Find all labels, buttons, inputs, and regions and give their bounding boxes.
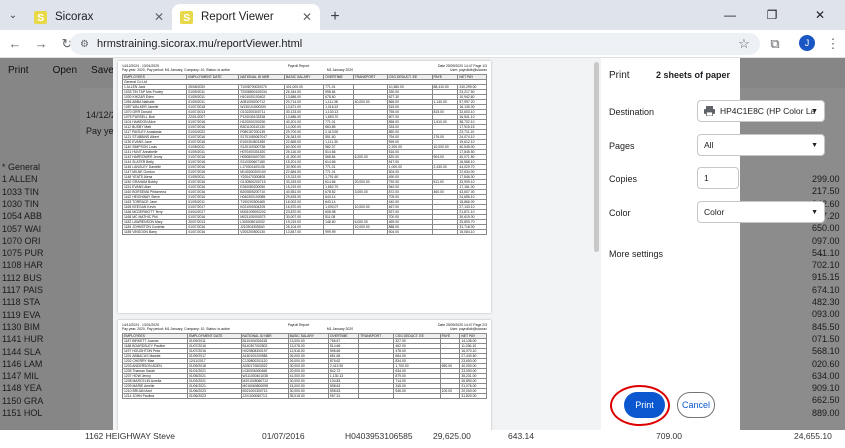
table-cell: 999.99 (323, 229, 354, 235)
preview-table-1: EMPLOYEES EMPLOYMENT DATE NATIONAL ID NBR B… (121, 74, 487, 235)
tab-strip: ⌄ S Sicorax ✕ S Report Viewer ✕ + — ❐ ✕ (0, 0, 845, 30)
close-window-icon[interactable]: ✕ (800, 0, 840, 30)
dropdown-arrow-icon: ▼ (811, 141, 818, 149)
cancel-button[interactable]: Cancel (677, 392, 715, 418)
tab-title: Sicorax (55, 11, 94, 23)
sheet-period: M1 January 2020 (326, 327, 354, 331)
sicorax-favicon-icon: S (180, 10, 193, 24)
table-cell (439, 393, 461, 399)
sheet-user: User: payrolldb@sicorax (450, 68, 487, 72)
dropdown-arrow-icon: ▼ (811, 107, 818, 115)
new-tab-icon[interactable]: + (320, 4, 350, 30)
menu-kebab-icon[interactable]: ⋮ (822, 33, 844, 55)
tab-title: Report Viewer (201, 11, 274, 23)
url-text: hrmstraining.sicorax.mu/reportViewer.htm… (96, 38, 303, 50)
table-cell (358, 393, 395, 399)
sheet-period: M1 January 2020 (326, 68, 354, 72)
preview-page-1: 14/12/2024 - 13/01/2025 Payroll Report Dat… (118, 61, 491, 313)
close-tab-icon[interactable]: ✕ (302, 10, 312, 24)
copies-label: Copies (609, 174, 638, 184)
sheet-date-label: Date (437, 64, 446, 68)
destination-value: HP4C1E8C (HP Color La (720, 106, 816, 116)
back-icon[interactable]: ← (4, 33, 26, 55)
print-settings-panel: Print 2 sheets of paper Destination HP4C… (601, 58, 825, 430)
sheet-date-label: Date (437, 323, 446, 327)
color-label: Color (609, 208, 631, 218)
profile-avatar[interactable]: J (799, 35, 815, 51)
table-row: 1185 VINSOON Barry 01/07/2016 V20020050013… (121, 229, 487, 235)
minimize-icon[interactable]: — (710, 0, 750, 30)
site-info-icon[interactable]: ⚙ (80, 39, 89, 50)
restore-icon[interactable]: ❐ (752, 0, 792, 30)
table-cell: 35,015.00 (287, 393, 329, 399)
table-cell: V200200500130 (238, 229, 285, 235)
url-field[interactable]: ⚙ hrmstraining.sicorax.mu/reportViewer.h… (70, 33, 760, 55)
sheet-count: 2 sheets of paper (655, 70, 730, 80)
table-cell: 504.00 (386, 229, 433, 235)
bottom-net: 24,655.10 (794, 431, 832, 441)
table-cell: 01/06/2023 (186, 393, 242, 399)
sheet-title: Payroll Report (287, 64, 310, 68)
tab-sicorax[interactable]: S Sicorax ✕ (26, 4, 172, 30)
sheet-params: Pay year: 2020, Pay period: M1 January, … (122, 327, 230, 331)
bottom-employee: 1162 HEIGHWAY Steve (85, 431, 175, 441)
bottom-salary: 29,625.00 (433, 431, 471, 441)
table-cell: 01/07/2016 (186, 229, 240, 235)
dropdown-arrow-icon: ▼ (811, 208, 818, 216)
color-select[interactable]: Color ▼ (697, 201, 825, 223)
table-cell: 13,847.00 (283, 229, 325, 235)
destination-label: Destination (609, 107, 655, 117)
bottom-nid: H0403953106585 (345, 431, 413, 441)
sheet-title: Payroll Report (287, 323, 310, 327)
close-tab-icon[interactable]: ✕ (154, 10, 164, 24)
preview-scrollbar[interactable] (594, 62, 599, 252)
destination-select[interactable]: HP4C1E8C (HP Color La ▼ (697, 100, 825, 122)
svg-text:S: S (183, 13, 190, 24)
sicorax-favicon-icon: S (34, 10, 47, 24)
printer-icon (704, 106, 715, 116)
pages-label: Pages (609, 141, 635, 151)
bookmark-star-icon[interactable]: ☆ (733, 33, 755, 55)
pages-select[interactable]: All ▼ (697, 134, 825, 156)
copies-input[interactable]: 1 (697, 167, 739, 189)
bottom-ot: 643.14 (508, 431, 534, 441)
table-row: 1214 JOHN Paulina 01/06/2023 J201000060713… (122, 393, 487, 399)
chevron-down-icon[interactable]: ⌄ (817, 248, 825, 259)
svg-text:S: S (37, 13, 44, 24)
copies-value: 1 (704, 173, 709, 183)
print-button[interactable]: Print (624, 392, 665, 418)
forward-icon[interactable]: → (30, 33, 52, 55)
table-cell (352, 229, 388, 235)
preview-table-2: EMPLOYEES EMPLOYMENT DATE NATIONAL ID NBR B… (122, 333, 487, 399)
background-bottom-row: 1162 HEIGHWAY Steve 01/07/2016 H04039531… (0, 430, 845, 444)
table-cell: 1214 JOHN Paulina (122, 393, 188, 399)
tab-search-chevron-icon[interactable]: ⌄ (0, 0, 26, 30)
bottom-paye: 709.00 (656, 431, 682, 441)
more-settings-toggle[interactable]: More settings (609, 249, 663, 259)
pages-value: All (704, 140, 714, 150)
address-bar: ← → ↻ ⚙ hrmstraining.sicorax.mu/reportVi… (0, 30, 845, 58)
table-cell: 957.31 (327, 393, 360, 399)
tab-report-viewer[interactable]: S Report Viewer ✕ (172, 4, 320, 30)
table-cell (393, 393, 441, 399)
sheet-params: Pay year: 2020, Pay period: M1 January, … (122, 68, 230, 72)
print-preview: 14/12/2024 - 13/01/2025 Payroll Report Dat… (113, 58, 601, 430)
table-cell: 31,820.00 (459, 393, 487, 399)
table-cell: 15,084.10 (457, 229, 487, 235)
color-value: Color (704, 207, 725, 217)
table-cell: J201000060713 (240, 393, 289, 399)
table-cell: 1185 VINSOON Barry (121, 229, 188, 235)
table-cell (431, 229, 459, 235)
preview-page-2: 14/12/2024 - 13/01/2025 Payroll Report Dat… (118, 320, 491, 430)
bottom-date: 01/07/2016 (262, 431, 305, 441)
extensions-icon[interactable]: ⧉ (764, 33, 786, 55)
sheet-user: User: payrolldb@sicorax (450, 327, 487, 331)
print-dialog: 14/12/2024 - 13/01/2025 Payroll Report Dat… (113, 58, 825, 430)
print-title: Print (609, 70, 630, 81)
